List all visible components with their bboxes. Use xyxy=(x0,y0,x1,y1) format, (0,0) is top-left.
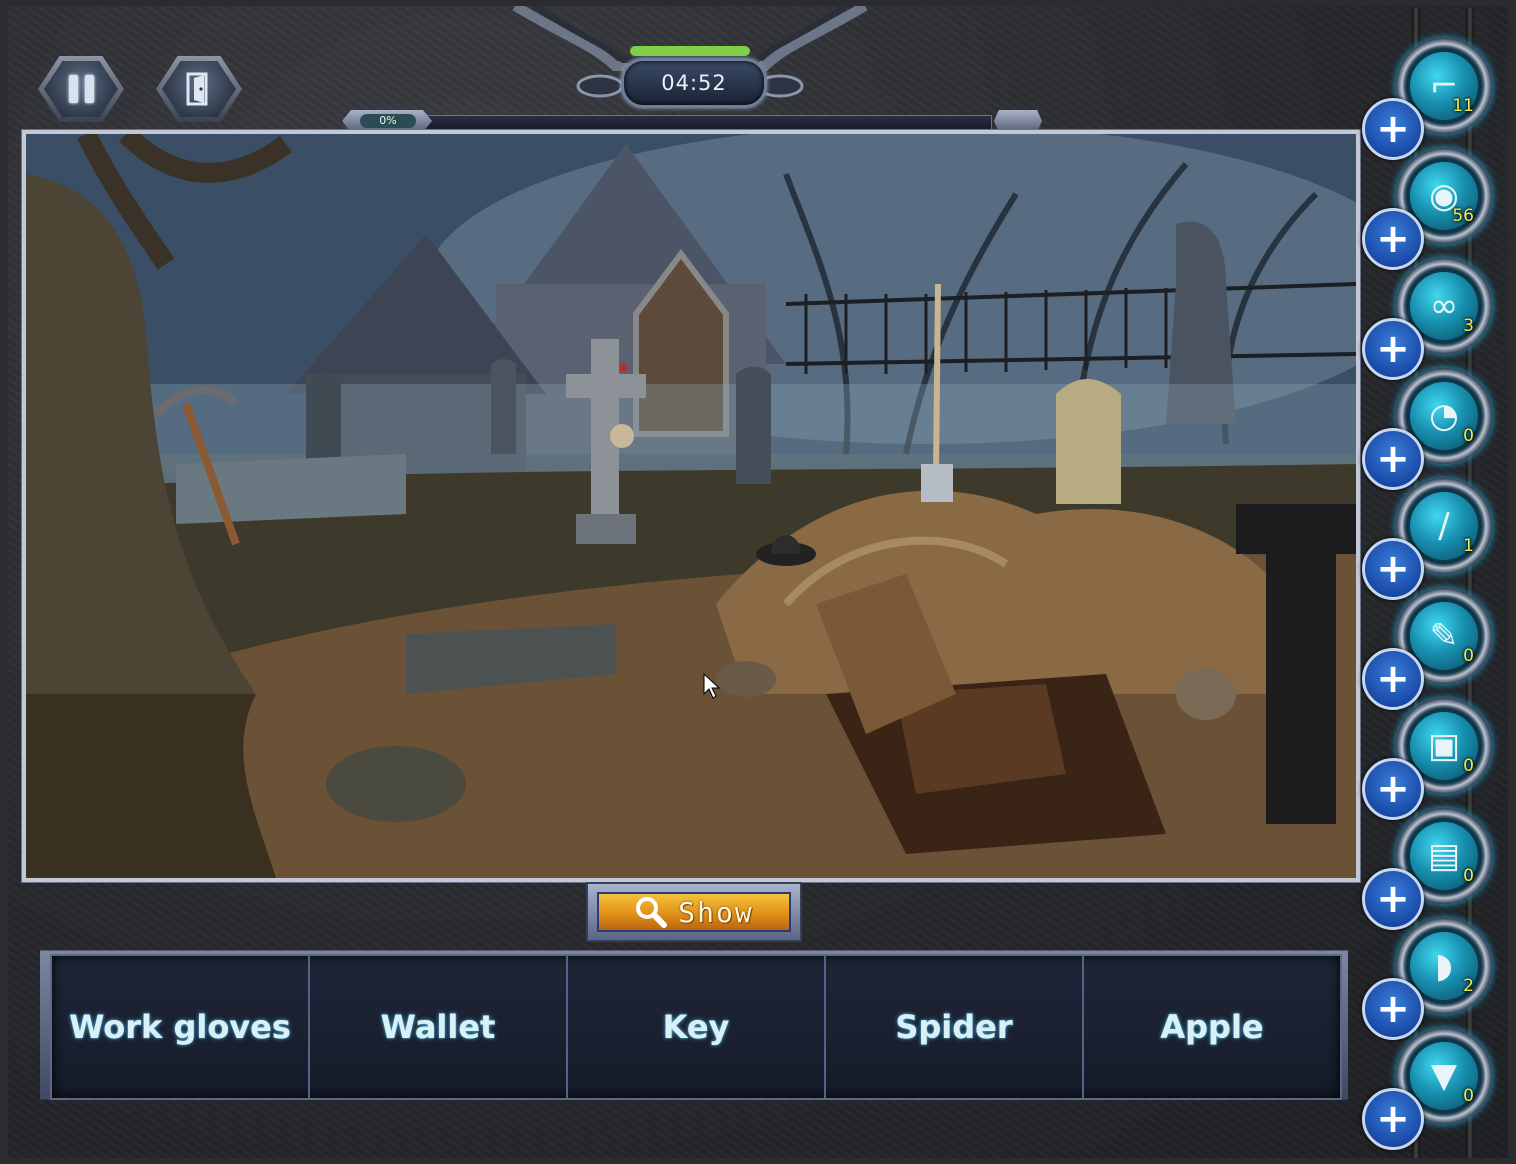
stopwatch-icon: ◔ xyxy=(1429,396,1459,436)
progress-bar: 0% xyxy=(342,110,1042,132)
night-goggles-icon: ∞ xyxy=(1429,286,1459,326)
plus-icon: + xyxy=(1376,986,1410,1032)
show-hint-button[interactable]: Show xyxy=(586,882,802,942)
tool-count: 0 xyxy=(1463,866,1474,886)
plus-icon: + xyxy=(1376,216,1410,262)
plus-icon: + xyxy=(1376,436,1410,482)
item-key: Key xyxy=(568,956,826,1098)
item-wallet: Wallet xyxy=(310,956,568,1098)
pen-laser-icon: ✎ xyxy=(1429,616,1459,656)
plus-icon: + xyxy=(1376,766,1410,812)
device-icon: ▤ xyxy=(1427,836,1461,876)
item-spider: Spider xyxy=(826,956,1084,1098)
tool-count: 2 xyxy=(1463,976,1474,996)
buy-tool-plus-button[interactable]: + xyxy=(1362,1088,1424,1150)
countdown-timer: 04:52 xyxy=(621,58,767,108)
exit-door-icon xyxy=(162,61,236,117)
progress-percent: 0% xyxy=(360,114,416,128)
tool-count: 56 xyxy=(1452,206,1474,226)
progress-track xyxy=(402,115,992,130)
tool-count: 1 xyxy=(1463,536,1474,556)
item-apple: Apple xyxy=(1160,1008,1264,1046)
plus-icon: + xyxy=(1376,1096,1410,1142)
pause-icon xyxy=(44,61,118,117)
hidden-object-scene[interactable] xyxy=(26,134,1356,878)
item-work-gloves: Work gloves xyxy=(52,956,310,1098)
progress-cap-right xyxy=(994,110,1042,132)
wand-icon: ∕ xyxy=(1438,506,1450,546)
tool-count: 11 xyxy=(1452,96,1474,116)
plus-icon: + xyxy=(1376,106,1410,152)
plus-icon: + xyxy=(1376,546,1410,592)
tool-count: 0 xyxy=(1463,646,1474,666)
tool-count: 0 xyxy=(1463,426,1474,446)
tool-count: 0 xyxy=(1463,1086,1474,1106)
magnifier-icon xyxy=(636,897,668,928)
torch-icon: ▼ xyxy=(1430,1056,1458,1096)
item-list: Work gloves Wallet Key Spider Apple xyxy=(50,954,1342,1100)
safe-box-icon: ▣ xyxy=(1427,726,1461,766)
plus-icon: + xyxy=(1376,326,1410,372)
tool-count: 0 xyxy=(1463,756,1474,776)
tool-count: 3 xyxy=(1463,316,1474,336)
graveyard-illustration xyxy=(26,134,1356,878)
show-hint-label: Show xyxy=(678,895,754,929)
plus-icon: + xyxy=(1376,656,1410,702)
flashlight-icon: ◗ xyxy=(1435,946,1453,986)
plus-icon: + xyxy=(1376,876,1410,922)
